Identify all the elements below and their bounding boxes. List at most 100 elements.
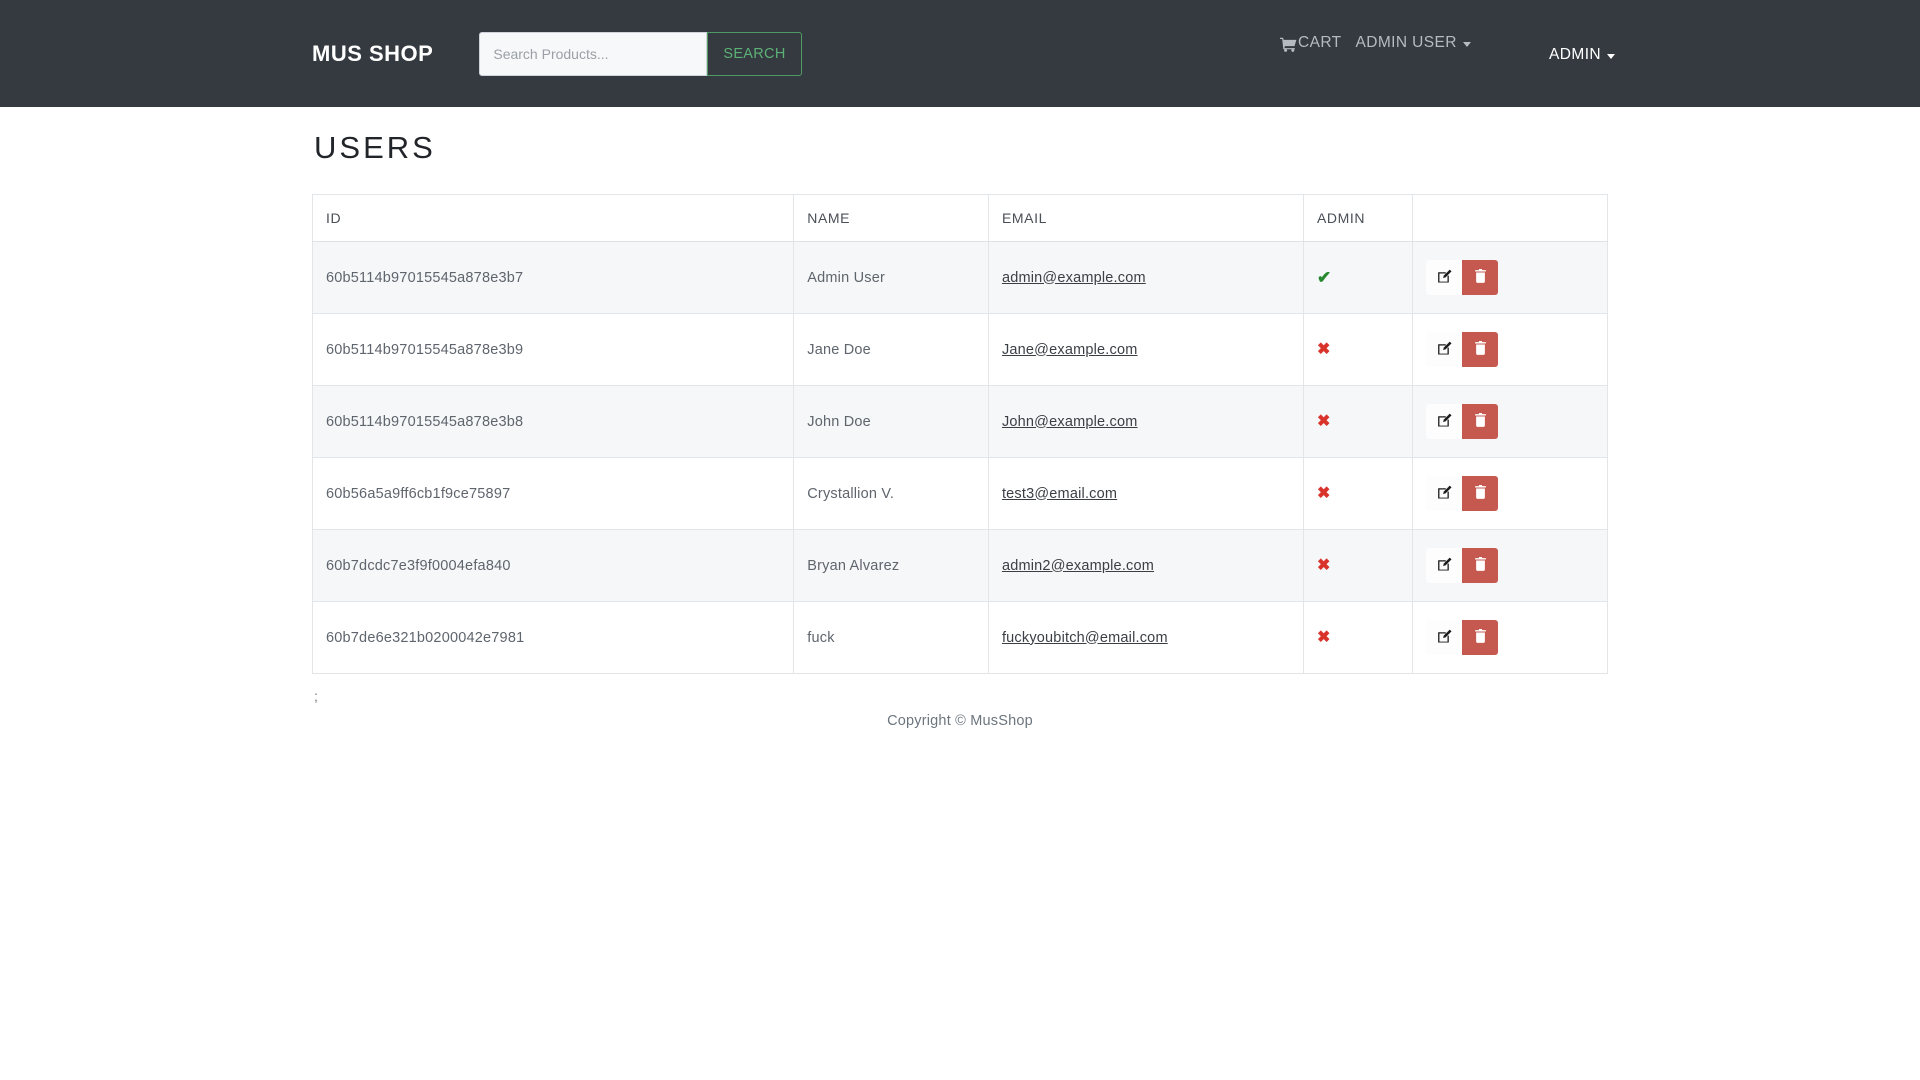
cell-row-actions (1412, 385, 1608, 458)
stray-text: ; (314, 688, 318, 704)
table-row: 60b7de6e321b0200042e7981 fuck fuckyoubitch… (311, 601, 1608, 674)
email-link[interactable]: admin2@example.com (1002, 558, 1154, 574)
edit-user-button[interactable] (1426, 332, 1463, 367)
email-link[interactable]: John@example.com (1002, 414, 1138, 430)
cell-user-id: 60b5114b97015545a878e3b9 (311, 313, 794, 386)
table-row: 60b5114b97015545a878e3b7 Admin User admin@… (311, 241, 1608, 314)
delete-user-button[interactable] (1462, 548, 1499, 583)
cell-user-name: Bryan Alvarez (793, 529, 989, 602)
edit-user-button[interactable] (1426, 476, 1463, 511)
cell-user-name: Crystallion V. (793, 457, 989, 530)
trash-icon (1474, 413, 1487, 430)
table-row: 60b5114b97015545a878e3b8 John Doe John@exa… (311, 385, 1608, 458)
cell-row-actions (1412, 313, 1608, 386)
column-header-id: ID (311, 194, 794, 242)
email-link[interactable]: fuckyoubitch@email.com (1002, 630, 1168, 646)
table-row: 60b56a5a9ff6cb1f9ce75897 Crystallion V. te… (311, 457, 1608, 530)
footer-copyright: Copyright © MusShop (887, 713, 1033, 729)
row-action-button-group (1426, 404, 1499, 439)
trash-icon (1474, 269, 1487, 286)
product-search-form: Search (479, 31, 802, 76)
column-header-name: Name (793, 194, 989, 242)
cell-user-id: 60b5114b97015545a878e3b8 (311, 385, 794, 458)
delete-user-button[interactable] (1462, 404, 1499, 439)
pencil-edit-icon (1437, 557, 1452, 575)
row-action-button-group (1426, 260, 1499, 295)
search-input[interactable] (479, 31, 708, 76)
delete-user-button[interactable] (1462, 476, 1499, 511)
row-action-button-group (1426, 332, 1499, 367)
edit-user-button[interactable] (1426, 620, 1463, 655)
column-header-email: Email (987, 194, 1304, 242)
cell-user-id: 60b56a5a9ff6cb1f9ce75897 (311, 457, 794, 530)
pencil-edit-icon (1437, 629, 1452, 647)
shopping-cart-icon (1280, 37, 1297, 52)
cell-user-email: John@example.com (987, 385, 1304, 458)
admin-yes-check-icon: ✔ (1316, 267, 1332, 287)
cell-admin-flag: ✖ (1302, 457, 1413, 530)
cell-row-actions (1412, 529, 1608, 602)
users-table-body: 60b5114b97015545a878e3b7 Admin User admin@… (311, 241, 1608, 674)
edit-user-button[interactable] (1426, 404, 1463, 439)
admin-menu-dropdown[interactable]: Admin (1549, 46, 1615, 64)
page-container: Users ID Name Email Admin 60b5114b970155… (311, 107, 1608, 729)
cell-user-email: admin@example.com (987, 241, 1304, 314)
cell-user-email: Jane@example.com (987, 313, 1304, 386)
search-button[interactable]: Search (707, 31, 802, 76)
cell-admin-flag: ✖ (1302, 601, 1413, 674)
cart-link[interactable]: CART (1280, 34, 1342, 52)
cell-admin-flag: ✔ (1302, 241, 1413, 314)
pencil-edit-icon (1437, 485, 1452, 503)
top-navbar: MUS SHOP Search CART Admin User (0, 0, 1920, 107)
user-menu-dropdown[interactable]: Admin User (1356, 34, 1471, 52)
chevron-down-icon (1462, 41, 1471, 47)
cell-user-email: admin2@example.com (987, 529, 1304, 602)
trash-icon (1474, 557, 1487, 574)
navbar-links-group: CART Admin User (1280, 34, 1485, 52)
delete-user-button[interactable] (1462, 260, 1499, 295)
cell-user-name: Jane Doe (793, 313, 989, 386)
brand-logo[interactable]: MUS SHOP (312, 41, 433, 67)
cell-user-name: John Doe (793, 385, 989, 458)
trash-icon (1474, 341, 1487, 358)
cell-user-id: 60b5114b97015545a878e3b7 (311, 241, 794, 314)
table-row: 60b7dcdc7e3f9f0004efa840 Bryan Alvarez adm… (311, 529, 1608, 602)
cell-user-name: Admin User (793, 241, 989, 314)
trash-icon (1474, 629, 1487, 646)
table-header-row: ID Name Email Admin (311, 194, 1608, 242)
cell-admin-flag: ✖ (1302, 529, 1413, 602)
cell-admin-flag: ✖ (1302, 385, 1413, 458)
page-title: Users (314, 130, 436, 165)
chevron-down-icon (1607, 53, 1615, 59)
edit-user-button[interactable] (1426, 260, 1463, 295)
cell-admin-flag: ✖ (1302, 313, 1413, 386)
email-link[interactable]: admin@example.com (1002, 270, 1146, 286)
admin-no-cross-icon: ✖ (1316, 484, 1331, 502)
cell-row-actions (1412, 457, 1608, 530)
admin-no-cross-icon: ✖ (1316, 556, 1331, 574)
delete-user-button[interactable] (1462, 620, 1499, 655)
row-action-button-group (1426, 476, 1499, 511)
cell-user-email: fuckyoubitch@email.com (987, 601, 1304, 674)
cell-row-actions (1412, 601, 1608, 674)
email-link[interactable]: Jane@example.com (1002, 342, 1138, 358)
pencil-edit-icon (1437, 341, 1452, 359)
row-action-button-group (1426, 620, 1499, 655)
table-row: 60b5114b97015545a878e3b9 Jane Doe Jane@exa… (311, 313, 1608, 386)
admin-no-cross-icon: ✖ (1316, 628, 1331, 646)
cell-user-name: fuck (793, 601, 989, 674)
email-link[interactable]: test3@email.com (1002, 486, 1117, 502)
admin-no-cross-icon: ✖ (1316, 412, 1331, 430)
column-header-admin: Admin (1302, 194, 1413, 242)
users-table-head: ID Name Email Admin (311, 194, 1608, 242)
column-header-actions (1412, 194, 1608, 242)
users-table: ID Name Email Admin 60b5114b97015545a878… (311, 194, 1608, 674)
edit-user-button[interactable] (1426, 548, 1463, 583)
delete-user-button[interactable] (1462, 332, 1499, 367)
cell-user-email: test3@email.com (987, 457, 1304, 530)
cart-link-label: CART (1298, 34, 1342, 51)
cell-row-actions (1412, 241, 1608, 314)
cell-user-id: 60b7dcdc7e3f9f0004efa840 (311, 529, 794, 602)
pencil-edit-icon (1437, 269, 1452, 287)
trash-icon (1474, 485, 1487, 502)
